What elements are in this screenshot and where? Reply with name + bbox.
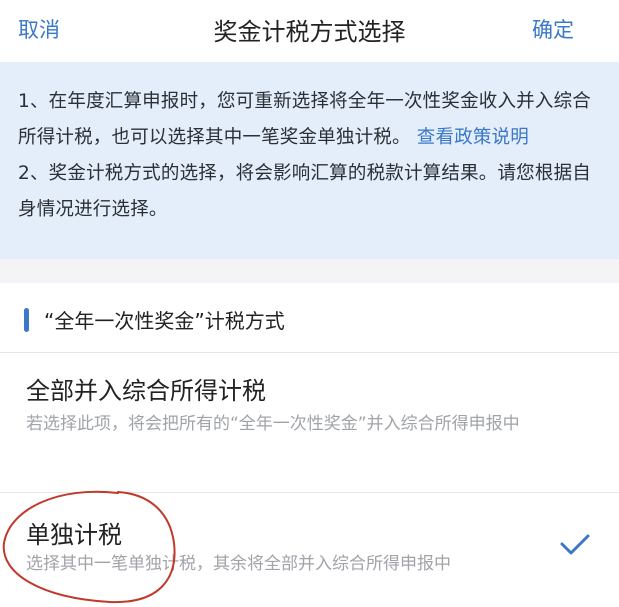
view-policy-link[interactable]: 查看政策说明: [417, 127, 529, 148]
option-description: 若选择此项，将会把所有的“全年一次性奖金”并入综合所得申报中: [26, 414, 520, 434]
page-title: 奖金计税方式选择: [213, 18, 406, 46]
notice-line-1: 1、在年度汇算申报时，您可重新选择将全年一次性奖金收入并入综合所得计税，也可以选…: [18, 84, 601, 156]
section-divider: [0, 259, 619, 283]
option-description: 选择其中一笔单独计税，其余将全部并入综合所得申报中: [26, 554, 451, 574]
option-combined-taxation[interactable]: 全部并入综合所得计税 若选择此项，将会把所有的“全年一次性奖金”并入综合所得申报…: [0, 353, 619, 493]
navigation-bar: 取消 奖金计税方式选择 确定: [0, 0, 619, 62]
confirm-button[interactable]: 确定: [532, 14, 574, 44]
policy-notice: 1、在年度汇算申报时，您可重新选择将全年一次性奖金收入并入综合所得计税，也可以选…: [0, 62, 619, 259]
section-header: “全年一次性奖金”计税方式: [0, 283, 619, 353]
option-title: 全部并入综合所得计税: [26, 377, 266, 405]
option-title: 单独计税: [26, 521, 122, 549]
option-separate-taxation[interactable]: 单独计税 选择其中一笔单独计税，其余将全部并入综合所得申报中: [0, 493, 619, 607]
section-accent-bar: [24, 308, 29, 332]
checkmark-icon: [560, 534, 590, 555]
section-title: “全年一次性奖金”计税方式: [44, 309, 285, 333]
notice-line-2: 2、奖金计税方式的选择，将会影响汇算的税款计算结果。请您根据自身情况进行选择。: [18, 163, 591, 220]
